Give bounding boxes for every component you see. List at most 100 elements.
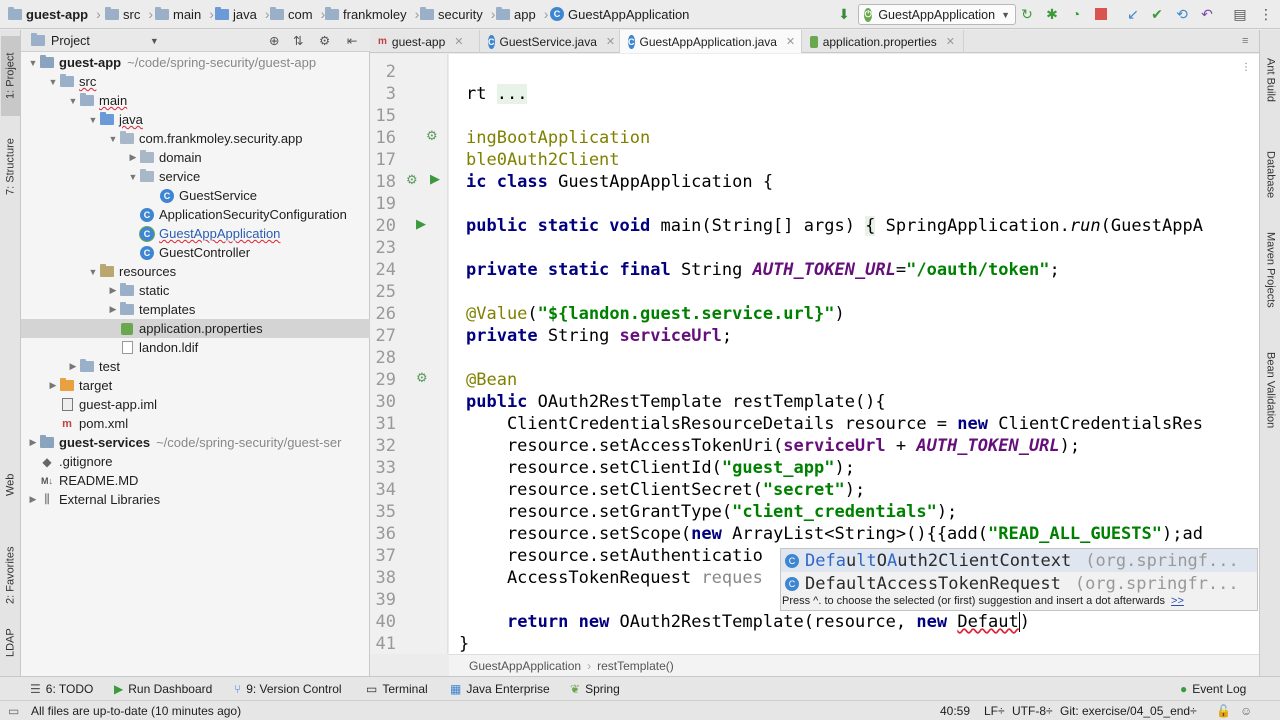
breadcrumb-main[interactable]: main › <box>155 5 214 23</box>
tab-list-icon[interactable]: ≡ <box>1242 35 1248 47</box>
tree-item[interactable]: ▼ resources <box>21 262 370 281</box>
run-icon[interactable]: ▶ <box>416 216 426 232</box>
tool-tab-favorites[interactable]: 2: Favorites <box>1 520 20 630</box>
close-icon[interactable]: ✕ <box>606 35 615 48</box>
collapsed-arrow-icon[interactable]: ▶ <box>47 380 59 391</box>
expanded-arrow-icon[interactable]: ▼ <box>127 172 139 182</box>
inspection-indicator-icon[interactable]: ⋮ <box>1241 62 1251 73</box>
structure-icon[interactable]: ▤ <box>1232 6 1248 22</box>
collapsed-arrow-icon[interactable]: ▶ <box>107 285 119 296</box>
breadcrumb-security[interactable]: security › <box>420 5 495 23</box>
close-icon[interactable]: ✕ <box>786 35 795 48</box>
tab-guestappapplication[interactable]: C GuestAppApplication.java ✕ <box>620 30 802 53</box>
tree-item[interactable]: C GuestController <box>21 243 370 262</box>
breadcrumb-app[interactable]: app › <box>496 5 548 23</box>
tool-tab-structure[interactable]: 7: Structure <box>1 122 20 212</box>
revert-icon[interactable]: ↶ <box>1199 6 1215 22</box>
tool-window-todo[interactable]: ☰ 6: TODO <box>30 681 93 697</box>
tree-item[interactable]: ▶ target <box>21 376 370 395</box>
tree-item[interactable]: ▶ ⫼ External Libraries <box>21 490 370 509</box>
tool-tab-web[interactable]: Web <box>1 455 20 515</box>
collapse-all-icon[interactable]: ⇅ <box>293 33 303 48</box>
tree-item[interactable]: ▼ service <box>21 167 370 186</box>
collapsed-arrow-icon[interactable]: ▶ <box>127 152 139 163</box>
project-view-select[interactable]: Project <box>51 34 90 48</box>
tree-item[interactable]: M↓ README.MD <box>21 471 370 490</box>
editor-breadcrumb-method[interactable]: restTemplate() <box>597 659 674 673</box>
tool-tab-bean-validation[interactable]: Bean Validation <box>1261 330 1280 450</box>
tree-item[interactable]: application.properties <box>21 319 370 338</box>
tree-item[interactable]: C GuestService <box>21 186 370 205</box>
breadcrumb-guest-app[interactable]: guest-app › <box>8 5 101 23</box>
chevron-down-icon[interactable]: ▼ <box>150 36 159 46</box>
tree-item[interactable]: guest-app.iml <box>21 395 370 414</box>
expanded-arrow-icon[interactable]: ▼ <box>27 58 39 68</box>
tool-window-event-log[interactable]: ● Event Log <box>1180 681 1246 697</box>
breadcrumb-src[interactable]: src › <box>105 5 153 23</box>
inspector-icon[interactable]: ☺ <box>1240 704 1252 718</box>
collapsed-arrow-icon[interactable]: ▶ <box>27 437 39 448</box>
tab-application-properties[interactable]: application.properties ✕ <box>802 30 964 53</box>
tree-item[interactable]: ▼ guest-app ~/code/spring-security/guest-a… <box>21 53 370 72</box>
tool-window-spring[interactable]: ❦ Spring <box>570 681 620 697</box>
gear-icon[interactable]: ⚙ <box>319 33 330 48</box>
tree-item[interactable]: ▼ java <box>21 110 370 129</box>
hint-more-link[interactable]: >> <box>1171 595 1184 607</box>
run-configuration-select[interactable]: ⏻ GuestAppApplication ▼ <box>858 4 1016 25</box>
expanded-arrow-icon[interactable]: ▼ <box>87 115 99 125</box>
tree-item[interactable]: ▶ guest-services ~/code/spring-security/gu… <box>21 433 370 452</box>
debug-icon[interactable]: ✱ <box>1044 6 1060 22</box>
stop-icon[interactable] <box>1093 6 1109 22</box>
tool-tab-ldap[interactable]: LDAP <box>1 615 20 670</box>
run-icon[interactable]: ▶ <box>430 171 440 187</box>
tree-item[interactable]: C GuestAppApplication <box>21 224 370 243</box>
tree-item[interactable]: C ApplicationSecurityConfiguration <box>21 205 370 224</box>
tool-window-version-control[interactable]: ⑂ 9: Version Control <box>234 681 342 697</box>
lock-icon[interactable]: 🔓 <box>1216 704 1231 718</box>
breadcrumb-java[interactable]: java › <box>215 5 270 23</box>
tree-item[interactable]: ▶ domain <box>21 148 370 167</box>
collapsed-arrow-icon[interactable]: ▶ <box>27 494 39 505</box>
rerun-icon[interactable]: ↻ <box>1019 6 1035 22</box>
status-panel-icon[interactable]: ▭ <box>8 704 19 718</box>
completion-item[interactable]: C DefaultOAuth2ClientContext (org.spring… <box>781 549 1257 572</box>
coverage-icon[interactable]: ◔ <box>1068 6 1084 22</box>
expanded-arrow-icon[interactable]: ▼ <box>107 134 119 144</box>
tree-item[interactable]: ◆ .gitignore <box>21 452 370 471</box>
expanded-arrow-icon[interactable]: ▼ <box>67 96 79 106</box>
hide-panel-icon[interactable]: ⇤ <box>347 33 357 48</box>
expanded-arrow-icon[interactable]: ▼ <box>47 77 59 87</box>
spring-bean-icon[interactable]: ⚙ <box>406 172 418 188</box>
tool-window-terminal[interactable]: ▭ Terminal <box>366 681 428 697</box>
git-branch-select[interactable]: Git: exercise/04_05_end÷ <box>1060 704 1197 718</box>
tool-tab-ant-build[interactable]: Ant Build <box>1261 40 1280 120</box>
tree-item[interactable]: ▶ test <box>21 357 370 376</box>
tab-guest-app[interactable]: m guest-app ✕ <box>370 30 480 53</box>
vcs-update-icon[interactable]: ↙ <box>1125 6 1141 22</box>
tree-item[interactable]: ▼ src <box>21 72 370 91</box>
spring-bean-icon[interactable]: ⚙ <box>416 370 428 386</box>
completion-item[interactable]: C DefaultAccessTokenRequest (org.springf… <box>781 572 1257 595</box>
breadcrumb-com[interactable]: com › <box>270 5 325 23</box>
tool-tab-project[interactable]: 1: Project <box>1 36 20 116</box>
line-separator-select[interactable]: LF÷ <box>984 704 1005 718</box>
close-icon[interactable]: ✕ <box>454 35 463 48</box>
tree-item[interactable]: landon.ldif <box>21 338 370 357</box>
collapsed-arrow-icon[interactable]: ▶ <box>107 304 119 315</box>
tree-item[interactable]: ▼ com.frankmoley.security.app <box>21 129 370 148</box>
tree-item[interactable]: ▶ templates <box>21 300 370 319</box>
breadcrumb-guestappapplication[interactable]: C GuestAppApplication <box>550 5 689 23</box>
vcs-history-icon[interactable]: ⟲ <box>1174 6 1190 22</box>
more-icon[interactable]: ⋮ <box>1258 6 1274 22</box>
tab-guestservice[interactable]: C GuestService.java ✕ <box>480 30 620 53</box>
build-icon[interactable]: ⬇ <box>836 6 852 22</box>
scroll-from-source-icon[interactable]: ⊕ <box>269 33 279 48</box>
caret-position[interactable]: 40:59 <box>940 704 970 718</box>
tree-item[interactable]: m pom.xml <box>21 414 370 433</box>
spring-bean-icon[interactable]: ⚙ <box>426 128 438 144</box>
tool-window-run-dashboard[interactable]: ▶ Run Dashboard <box>114 681 212 697</box>
tool-tab-maven-projects[interactable]: Maven Projects <box>1261 210 1280 330</box>
encoding-select[interactable]: UTF-8÷ <box>1012 704 1053 718</box>
editor-breadcrumb-class[interactable]: GuestAppApplication <box>469 659 581 673</box>
tool-window-java-enterprise[interactable]: ▦ Java Enterprise <box>450 681 550 697</box>
